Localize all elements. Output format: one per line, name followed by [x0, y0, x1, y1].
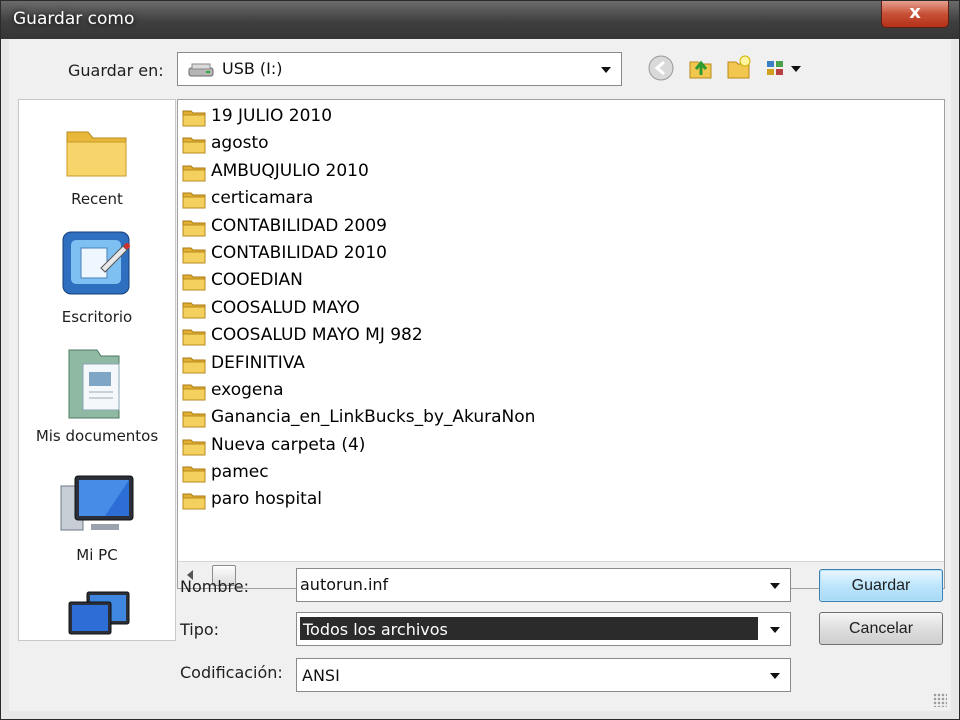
encoding-value: ANSI [302, 666, 340, 685]
file-name: CONTABILIDAD 2010 [211, 242, 388, 263]
file-name-combo[interactable]: autorun.inf [296, 568, 791, 602]
folder-icon [182, 357, 206, 374]
resize-grip[interactable] [933, 693, 947, 707]
list-item[interactable]: exogena [182, 378, 642, 405]
file-type-value: Todos los archivos [303, 620, 448, 639]
file-name: COOSALUD MAYO MJ 982 [211, 325, 423, 346]
folder-icon [182, 192, 206, 209]
file-list: 19 JULIO 2010 agosto AMBUQJULIO 2010 certic… [182, 104, 642, 515]
folder-icon [182, 165, 206, 182]
place-network[interactable] [19, 588, 175, 640]
file-type-combo[interactable]: Todos los archivos [296, 612, 791, 646]
list-item[interactable]: CONTABILIDAD 2009 [182, 214, 642, 241]
close-button[interactable]: x [881, 1, 949, 28]
up-folder-icon[interactable] [687, 54, 715, 82]
dialog-title: Guardar como [13, 9, 135, 29]
documents-icon [68, 349, 120, 419]
folder-icon [182, 411, 206, 428]
save-in-value: USB (I:) [222, 59, 283, 78]
list-item[interactable]: DEFINITIVA [182, 351, 642, 378]
place-recent-label: Recent [71, 190, 123, 208]
file-name: paro hospital [211, 489, 322, 510]
list-item[interactable]: Ganancia_en_LinkBucks_by_AkuraNon [182, 405, 642, 432]
folder-icon [182, 493, 206, 510]
list-item[interactable]: COOSALUD MAYO MJ 982 [182, 323, 642, 350]
list-item[interactable]: 19 JULIO 2010 [182, 104, 642, 131]
file-name: Ganancia_en_LinkBucks_by_AkuraNon [211, 407, 536, 428]
list-item[interactable]: Nueva carpeta (4) [182, 433, 642, 460]
place-documents[interactable] [19, 346, 175, 428]
file-name: DEFINITIVA [211, 352, 305, 373]
folder-icon [182, 247, 206, 264]
list-item[interactable]: paro hospital [182, 487, 642, 514]
new-folder-icon[interactable] [725, 54, 753, 82]
name-label: Nombre: [180, 577, 249, 596]
folder-icon [182, 302, 206, 319]
folder-icon [182, 220, 206, 237]
desktop-icon [62, 231, 130, 295]
list-item[interactable]: CONTABILIDAD 2010 [182, 241, 642, 268]
chevron-down-icon [770, 627, 780, 633]
folder-icon [182, 329, 206, 346]
place-computer[interactable] [19, 472, 175, 546]
list-item[interactable]: pamec [182, 460, 642, 487]
back-icon[interactable] [647, 54, 675, 82]
title-bar[interactable]: Guardar como x [1, 1, 959, 39]
list-item[interactable]: COOEDIAN [182, 268, 642, 295]
file-name: COOSALUD MAYO [211, 297, 360, 318]
chevron-down-icon [770, 583, 780, 589]
file-name: 19 JULIO 2010 [211, 106, 333, 126]
folder-icon [182, 274, 206, 291]
cancel-button[interactable]: Cancelar [819, 612, 943, 645]
place-computer-label: Mi PC [76, 546, 118, 564]
file-list-view[interactable]: 19 JULIO 2010 agosto AMBUQJULIO 2010 certic… [177, 99, 945, 589]
file-name-value: autorun.inf [300, 575, 389, 594]
save-in-label: Guardar en: [68, 61, 164, 80]
place-desktop[interactable] [19, 228, 175, 306]
view-menu-icon [767, 61, 801, 75]
network-icon [68, 591, 130, 635]
folder-icon [182, 439, 206, 456]
file-name: certicamara [211, 188, 314, 209]
file-name: exogena [211, 379, 284, 400]
file-name: pamec [211, 462, 269, 483]
recent-folder-icon [66, 131, 127, 177]
encoding-label: Codificación: [180, 663, 283, 682]
place-recent[interactable] [19, 118, 175, 184]
chevron-down-icon [770, 673, 780, 679]
list-item[interactable]: agosto [182, 131, 642, 158]
folder-icon [182, 384, 206, 401]
save-button[interactable]: Guardar [819, 569, 943, 602]
list-item[interactable]: AMBUQJULIO 2010 [182, 159, 642, 186]
file-name: CONTABILIDAD 2009 [211, 215, 388, 236]
folder-icon [182, 110, 206, 127]
places-bar: Recent Escritorio Mis documentos Mi PC [18, 99, 176, 641]
file-name: Nueva carpeta (4) [211, 434, 366, 455]
type-label: Tipo: [180, 620, 220, 639]
encoding-combo[interactable]: ANSI [296, 658, 791, 692]
file-name: COOEDIAN [211, 270, 303, 291]
view-menu-button[interactable] [765, 54, 805, 82]
place-desktop-label: Escritorio [61, 308, 133, 326]
list-item[interactable]: COOSALUD MAYO [182, 296, 642, 323]
save-in-dropdown[interactable]: USB (I:) [177, 52, 622, 86]
list-item[interactable]: certicamara [182, 186, 642, 213]
place-documents-label: Mis documentos [35, 427, 159, 445]
folder-icon [182, 137, 206, 154]
file-type-selection: Todos los archivos [300, 617, 758, 640]
save-as-dialog: Guardar como x Guardar en: USB (I:) Rece… [0, 0, 960, 720]
folder-icon [182, 466, 206, 483]
dialog-body: Guardar en: USB (I:) Recent Escritorio M… [9, 39, 951, 711]
file-name: AMBUQJULIO 2010 [211, 160, 369, 181]
chevron-down-icon [601, 67, 611, 73]
usb-drive-icon [188, 63, 214, 77]
computer-icon [60, 475, 134, 531]
file-name: agosto [211, 133, 269, 154]
